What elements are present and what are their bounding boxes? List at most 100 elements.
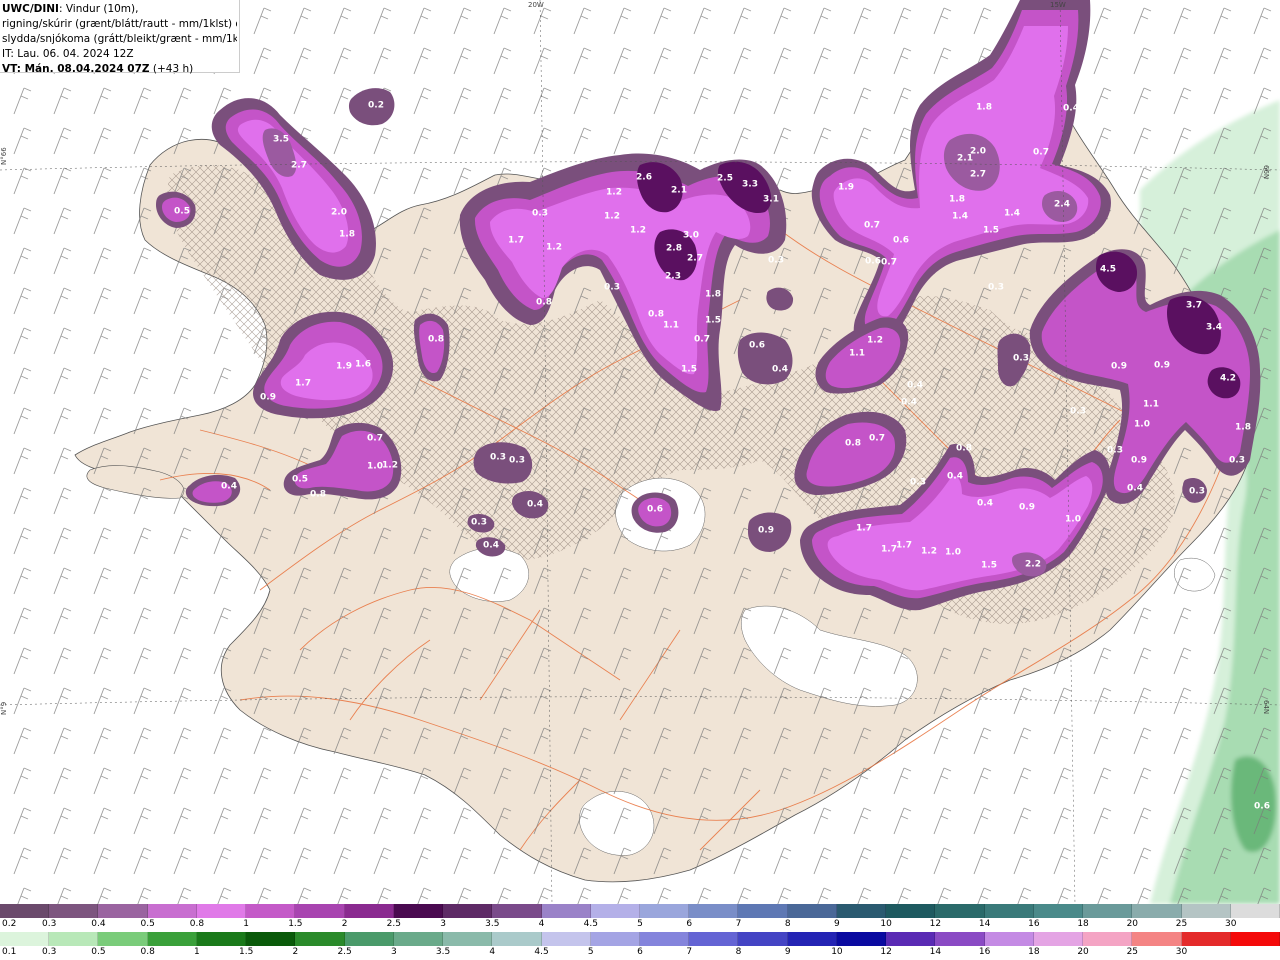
snow-legend-label-5: 1 [243, 919, 250, 929]
rain-value-label-0: 0.6 [1254, 802, 1270, 812]
snow-value-label-89: 0.9 [1019, 503, 1035, 513]
snow-value-label-67: 1.0 [1134, 420, 1150, 430]
snow-value-label-19: 2.5 [717, 174, 733, 184]
snow-value-label-53: 1.2 [867, 336, 883, 346]
snow-value-label-15: 3.0 [683, 231, 699, 241]
snow-value-label-77: 0.3 [1229, 456, 1245, 466]
snow-legend-labels: 0.2 0.3 0.4 0.5 0.8 1 1.5 2 2.5 3 3.5 4 4.5 5 6 7 8 9 10 12… [0, 919, 1280, 931]
snow-value-label-21: 3.1 [763, 195, 779, 205]
map-info-box: UWC/DINI: Vindur (10m), rigning/skúrir (… [0, 0, 240, 75]
snow-value-label-90: 0.6 [647, 505, 663, 515]
snow-value-label-87: 0.4 [527, 500, 543, 510]
snow-value-label-42: 0.8 [648, 310, 664, 320]
lead-time: (+43 h) [149, 63, 194, 75]
rain-legend-label-9: 3.5 [435, 947, 451, 957]
rain-legend-swatch-13 [640, 932, 690, 946]
rain-legend-swatch-17 [836, 932, 887, 946]
snow-legend-label-7: 2 [341, 919, 348, 929]
snow-value-label-46: 0.7 [694, 335, 710, 345]
snow-value-label-7: 1.7 [508, 236, 524, 246]
info-line-5: VT: Mán. 08.04.2024 07Z (+43 h) [2, 62, 237, 77]
snow-value-label-92: 0.3 [471, 518, 487, 528]
snow-legend-label-0: 0.2 [2, 919, 17, 929]
snow-value-label-38: 1.8 [976, 103, 992, 113]
rain-legend-label-13: 6 [637, 947, 643, 957]
snow-value-label-52: 0.9 [260, 393, 276, 403]
snow-legend-swatch-10 [492, 904, 542, 918]
snow-legend-label-13: 5 [637, 919, 643, 929]
model-name: UWC/DINI [2, 3, 59, 15]
snow-value-label-3: 0.5 [174, 207, 190, 217]
info-line-1: UWC/DINI: Vindur (10m), [2, 2, 237, 17]
rain-legend-swatch-22 [1083, 932, 1133, 946]
rain-legend-swatch-1 [49, 932, 99, 946]
info-line-3: slydda/snjókoma (grátt/bleikt/grænt - mm… [2, 33, 237, 45]
snow-legend-swatch-11 [541, 904, 591, 918]
snow-legend-swatch-22 [1083, 904, 1133, 918]
snow-legend-label-9: 3 [440, 919, 446, 929]
rain-legend-label-21: 18 [1028, 947, 1040, 957]
snow-legend-label-21: 16 [1028, 919, 1040, 929]
snow-legend-swatch-13 [640, 904, 690, 918]
snow-legend-label-15: 7 [735, 919, 742, 929]
snow-legend-label-4: 0.8 [189, 919, 205, 929]
snow-legend-label-18: 10 [880, 919, 892, 929]
rain-legend-label-24: 30 [1175, 947, 1188, 957]
snow-legend-swatch-6 [295, 904, 345, 918]
snow-legend-label-6: 1.5 [288, 919, 303, 929]
snow-value-label-59: 0.3 [1013, 354, 1029, 364]
weather-map-figure: 0.2 3.5 2.7 0.5 2.0 1.8 0.3 1.7 1.2 0.8 2.6 2.1 1.2 1… [0, 0, 1280, 960]
snow-value-label-86: 0.3 [1189, 487, 1205, 497]
snow-value-label-1: 3.5 [273, 135, 289, 145]
snow-value-label-5: 1.8 [339, 230, 355, 240]
snow-value-label-54: 1.1 [849, 349, 865, 359]
rain-legend-swatch-7 [344, 932, 394, 946]
snow-value-label-13: 1.2 [604, 212, 620, 222]
snow-value-label-95: 0.4 [483, 541, 499, 551]
snow-value-label-48: 0.8 [428, 335, 444, 345]
snow-legend-swatch-1 [49, 904, 99, 918]
snow-legend-swatch-12 [590, 904, 640, 918]
snow-legend-swatch-20 [984, 904, 1034, 918]
rain-legend-swatch-8 [393, 932, 444, 946]
snow-legend-label-2: 0.4 [91, 919, 106, 929]
rain-legend-swatch-2 [98, 932, 148, 946]
snow-value-label-72: 0.8 [845, 439, 861, 449]
rain-legend-swatch-0 [0, 932, 50, 946]
snow-value-label-65: 0.3 [1070, 407, 1086, 417]
snow-value-label-49: 1.9 [336, 362, 352, 372]
snow-legend-swatch-5 [246, 904, 296, 918]
snow-value-label-57: 0.4 [907, 381, 923, 391]
snow-value-label-2: 2.7 [291, 161, 307, 171]
snow-value-label-80: 0.4 [947, 472, 963, 482]
snow-value-label-74: 0.8 [956, 444, 972, 454]
snow-value-label-20: 3.3 [742, 180, 758, 190]
rain-legend-label-6: 2 [292, 947, 299, 957]
snow-value-label-27: 0.7 [881, 258, 897, 268]
grid-label-right-a: 66N [1262, 165, 1270, 180]
rain-legend-label-22: 20 [1077, 947, 1089, 957]
snow-value-label-60: 3.7 [1186, 301, 1202, 311]
snow-value-label-63: 0.9 [1154, 361, 1170, 371]
snow-legend-swatch-15 [738, 904, 788, 918]
snow-value-label-88: 0.4 [977, 499, 993, 509]
snow-value-label-34: 1.5 [983, 226, 999, 236]
info-line-2: rigning/skúrir (grænt/blátt/rautt - mm/1… [2, 18, 237, 30]
grid-label-top-b: 15W [1050, 1, 1066, 9]
rain-legend-swatch-5 [246, 932, 296, 946]
snow-value-label-64: 4.2 [1220, 374, 1236, 384]
snow-legend-swatch-0 [0, 904, 50, 918]
snow-value-label-100: 1.5 [981, 561, 997, 571]
snow-value-label-96: 1.7 [881, 545, 897, 555]
snow-legend-label-17: 9 [834, 919, 840, 929]
snow-value-label-79: 0.3 [509, 456, 525, 466]
snow-value-label-94: 1.7 [856, 524, 872, 534]
snow-value-label-93: 0.9 [758, 526, 774, 536]
snow-legend-label-8: 2.5 [386, 919, 402, 929]
snow-value-label-85: 0.4 [1127, 484, 1143, 494]
snow-value-label-12: 1.2 [606, 188, 622, 198]
snow-value-label-66: 1.1 [1143, 400, 1159, 410]
snow-legend-swatch-4 [196, 904, 247, 918]
snow-legend-swatch-3 [147, 904, 197, 918]
snow-legend-label-20: 14 [978, 919, 991, 929]
